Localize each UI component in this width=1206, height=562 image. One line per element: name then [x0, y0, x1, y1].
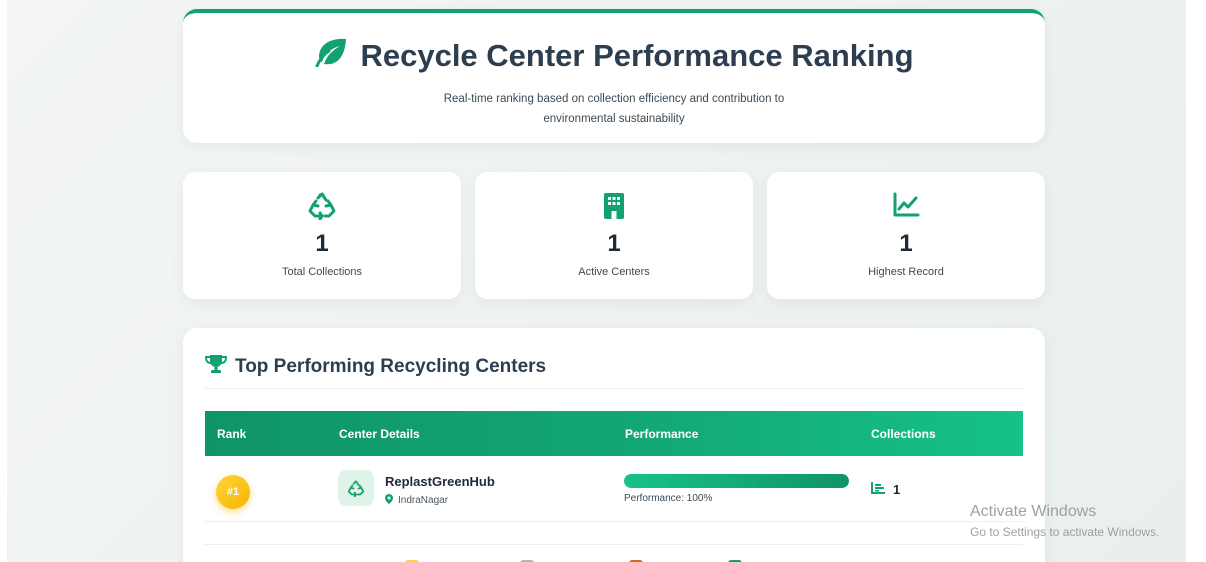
page-title-row: Recycle Center Performance Ranking [183, 37, 1045, 75]
trophy-icon [204, 354, 228, 380]
chart-line-icon [767, 192, 1045, 220]
table-header: Rank Center Details Performance Collections [205, 411, 1023, 456]
center-name[interactable]: ReplastGreenHub [385, 474, 495, 489]
stat-label: Active Centers [578, 266, 650, 278]
stat-value: 1 [899, 230, 913, 257]
column-header-rank[interactable]: Rank [217, 427, 246, 441]
left-edge [0, 0, 7, 562]
rank-badge: #1 [216, 475, 250, 509]
column-header-performance[interactable]: Performance [625, 427, 698, 441]
performance-bar-fill [624, 474, 849, 488]
center-location: IndraNagar [385, 494, 448, 507]
divider [205, 544, 1023, 545]
stat-card-highest-record: 1 Highest Record [767, 172, 1045, 299]
activate-windows-subtitle: Go to Settings to activate Windows. [970, 525, 1160, 539]
collections-count: 1 [893, 482, 901, 497]
stat-value: 1 [607, 230, 621, 257]
building-icon [475, 192, 753, 220]
performance-bar [624, 474, 849, 488]
page-title: Recycle Center Performance Ranking [360, 38, 914, 73]
right-edge [1186, 0, 1206, 562]
stat-card-total-collections: 1 Total Collections [183, 172, 461, 299]
recycle-icon [183, 192, 461, 220]
stat-value: 1 [315, 230, 329, 257]
ranking-card: Top Performing Recycling Centers Rank Cen… [183, 328, 1045, 562]
column-header-collections[interactable]: Collections [871, 427, 936, 441]
header-card: Recycle Center Performance Ranking Real-… [183, 9, 1045, 143]
collections-cell: 1 [871, 482, 900, 497]
stat-card-active-centers: 1 Active Centers [475, 172, 753, 299]
stat-label: Total Collections [281, 266, 363, 278]
column-header-center-details[interactable]: Center Details [339, 427, 420, 441]
divider [205, 388, 1023, 389]
performance-text: Performance: 100% [624, 493, 713, 504]
map-pin-icon [385, 494, 393, 507]
center-location-text: IndraNagar [398, 495, 449, 506]
page-subtitle: Real-time ranking based on collection ef… [443, 93, 785, 125]
recycle-icon [338, 470, 374, 506]
table-row[interactable]: #1 ReplastGreenHub IndraNagar Performanc… [205, 456, 1023, 522]
leaf-icon [314, 37, 348, 75]
ranking-title: Top Performing Recycling Centers [235, 356, 547, 377]
activate-windows-title: Activate Windows [970, 503, 1097, 520]
bar-list-icon [871, 482, 885, 497]
stat-label: Highest Record [868, 266, 944, 278]
ranking-title-row: Top Performing Recycling Centers [204, 354, 547, 380]
